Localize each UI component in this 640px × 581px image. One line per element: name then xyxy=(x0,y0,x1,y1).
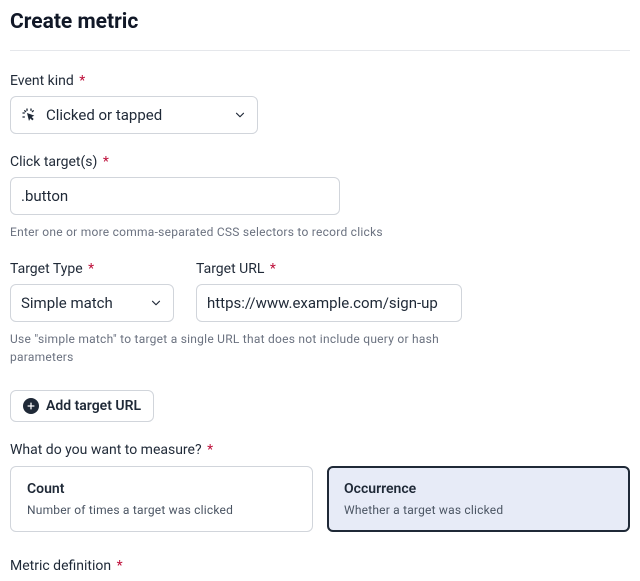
required-mark: * xyxy=(207,442,213,458)
chevron-down-icon xyxy=(149,296,163,310)
target-type-label: Target Type * xyxy=(10,261,174,277)
chevron-down-icon xyxy=(233,108,247,122)
event-kind-value: Clicked or tapped xyxy=(46,106,162,124)
target-type-value: Simple match xyxy=(21,294,113,312)
add-target-url-button[interactable]: Add target URL xyxy=(10,390,154,422)
option-title: Occurrence xyxy=(344,481,613,497)
option-title: Count xyxy=(27,481,296,497)
measure-label: What do you want to measure? * xyxy=(10,442,630,458)
measure-option-count[interactable]: Count Number of times a target was click… xyxy=(10,466,313,532)
required-mark: * xyxy=(103,154,109,170)
cursor-click-icon xyxy=(21,107,37,123)
click-targets-label: Click target(s) * xyxy=(10,154,630,170)
metric-definition-label: Metric definition * xyxy=(10,558,630,574)
click-targets-help: Enter one or more comma-separated CSS se… xyxy=(10,223,630,241)
page-title: Create metric xyxy=(10,10,630,34)
required-mark: * xyxy=(79,73,85,89)
plus-circle-icon xyxy=(23,398,39,414)
target-type-select[interactable]: Simple match xyxy=(10,284,174,322)
click-targets-input[interactable] xyxy=(10,177,340,215)
measure-option-occurrence[interactable]: Occurrence Whether a target was clicked xyxy=(327,466,630,532)
target-type-help: Use "simple match" to target a single UR… xyxy=(10,330,450,366)
required-mark: * xyxy=(270,261,276,277)
target-url-input[interactable] xyxy=(196,284,462,322)
required-mark: * xyxy=(88,261,94,277)
event-kind-label: Event kind * xyxy=(10,73,630,89)
event-kind-select[interactable]: Clicked or tapped xyxy=(10,96,258,134)
option-desc: Number of times a target was clicked xyxy=(27,503,296,517)
target-url-label: Target URL * xyxy=(196,261,462,277)
option-desc: Whether a target was clicked xyxy=(344,503,613,517)
required-mark: * xyxy=(117,558,123,574)
divider xyxy=(10,50,630,51)
